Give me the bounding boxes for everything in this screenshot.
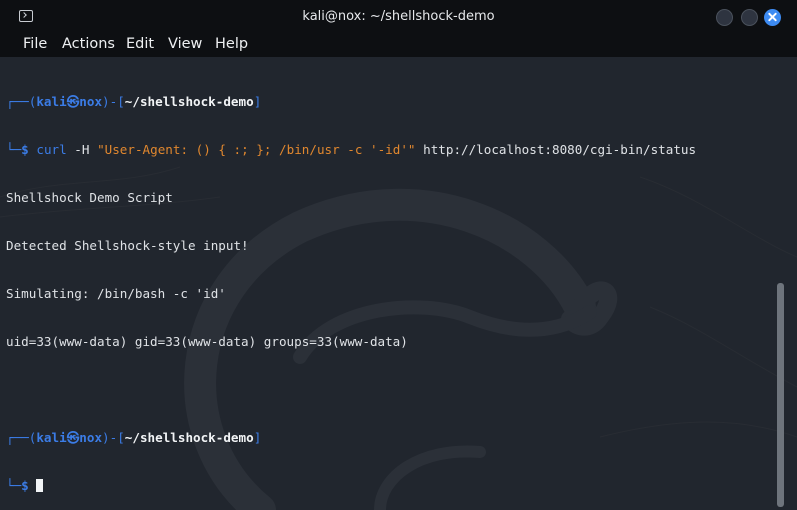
terminal-output-area[interactable]: ┌──(kali㉿nox)-[~/shellshock-demo] └─$ cu… [0,57,797,510]
prompt-at-symbol: ㉿ [66,430,80,445]
terminal-window: kali@nox: ~/shellshock-demo File Actions… [0,0,797,510]
terminal-lines: ┌──(kali㉿nox)-[~/shellshock-demo] └─$ cu… [6,62,696,510]
command-url: http://localhost:8080/cgi-bin/status [423,142,697,157]
window-title: kali@nox: ~/shellshock-demo [302,9,495,24]
prompt-host: nox [79,430,103,445]
prompt-symbol: $ [21,478,29,493]
close-button[interactable] [764,9,781,26]
command-program: curl [36,142,67,157]
menu-edit[interactable]: Edit [126,36,154,52]
prompt-path: ~/shellshock-demo [124,94,254,109]
maximize-button[interactable] [741,9,758,26]
minimize-button[interactable] [716,9,733,26]
input-line[interactable]: └─$ [6,478,696,494]
prompt-host: nox [79,94,103,109]
scrollbar[interactable] [777,283,784,507]
output-line: Simulating: /bin/bash -c 'id' [6,286,226,301]
title-bar[interactable]: kali@nox: ~/shellshock-demo [0,0,797,33]
menu-file[interactable]: File [23,36,47,52]
text-cursor [36,479,44,492]
menu-actions[interactable]: Actions [62,36,115,52]
menu-help[interactable]: Help [215,36,248,52]
menu-bar: File Actions Edit View Help [0,33,797,57]
prompt-at-symbol: ㉿ [66,94,80,109]
prompt-line-1: ┌──(kali㉿nox)-[~/shellshock-demo] [6,94,262,109]
command-flag: -H [74,142,90,157]
menu-view[interactable]: View [168,36,202,52]
command-line: └─$ curl -H "User-Agent: () { :; }; /bin… [6,142,697,157]
output-line: Shellshock Demo Script [6,190,173,205]
command-header-string: "User-Agent: () { :; }; /bin/usr -c '-id… [97,142,416,157]
prompt-user: kali [36,430,67,445]
prompt-path: ~/shellshock-demo [124,430,254,445]
prompt-user: kali [36,94,67,109]
prompt-symbol: $ [21,142,29,157]
output-line: Detected Shellshock-style input! [6,238,249,253]
output-line: uid=33(www-data) gid=33(www-data) groups… [6,334,408,349]
prompt-line-2: ┌──(kali㉿nox)-[~/shellshock-demo] [6,430,262,445]
